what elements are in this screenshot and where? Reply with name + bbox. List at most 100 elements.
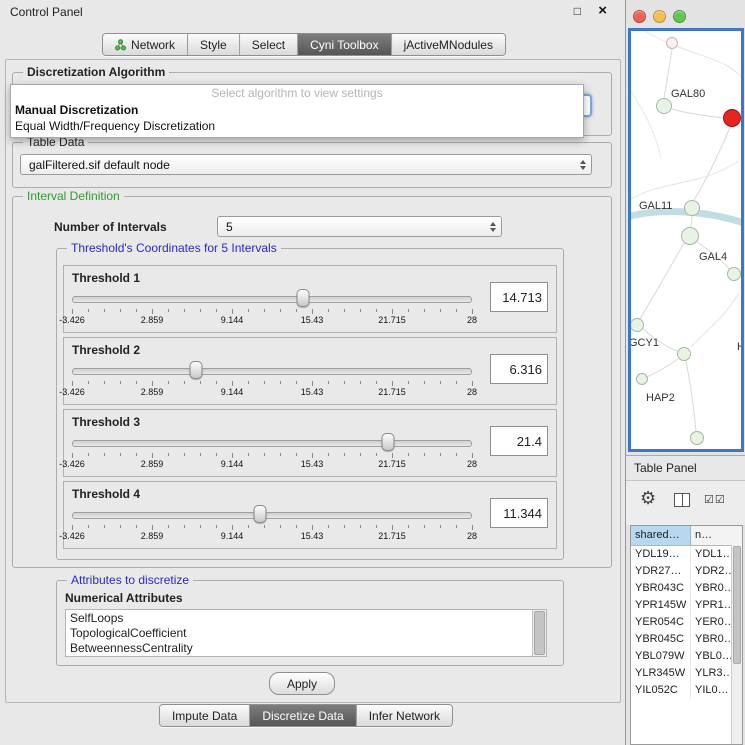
table-row[interactable]: YER054CYER0…	[631, 614, 742, 631]
tick-mark	[248, 453, 249, 456]
table-panel-title: Table Panel	[634, 461, 697, 475]
spinner-icon[interactable]	[580, 160, 586, 170]
table-cell[interactable]: YIL052C	[631, 682, 691, 699]
tick-mark	[472, 309, 473, 314]
threshold-slider[interactable]	[72, 290, 472, 306]
num-intervals-combo[interactable]: 5	[217, 216, 502, 237]
tick-mark	[216, 309, 217, 312]
threshold-value-field[interactable]: 11.344	[490, 498, 548, 528]
tab-label: Select	[252, 38, 285, 52]
tick-mark	[232, 525, 233, 530]
table-row[interactable]: YBR043CYBR0…	[631, 580, 742, 597]
table-data-combo[interactable]: galFiltered.sif default node	[20, 154, 592, 175]
float-window-icon[interactable]: □	[574, 4, 581, 18]
gear-icon[interactable]: ⚙	[640, 488, 656, 509]
scale-label: 9.144	[221, 387, 244, 397]
column-header[interactable]: n…	[691, 526, 742, 545]
table-scrollbar[interactable]	[731, 545, 742, 744]
slider-thumb[interactable]	[296, 289, 309, 307]
network-node[interactable]	[681, 227, 699, 245]
tick-mark	[168, 309, 169, 312]
threshold-slider[interactable]	[72, 362, 472, 378]
table-cell[interactable]: YDR27…	[631, 563, 691, 580]
table-cell[interactable]: YBR045C	[631, 631, 691, 648]
network-node[interactable]	[636, 373, 648, 385]
tick-mark	[344, 381, 345, 384]
network-canvas[interactable]: GAL80GAL11GAL4GCY1HAP2H	[628, 28, 744, 452]
numerical-attributes-label: Numerical Attributes	[65, 591, 183, 605]
attributes-group: Attributes to discretize Numerical Attri…	[56, 580, 564, 666]
threshold-slider[interactable]	[72, 434, 472, 450]
scale-label: 21.715	[378, 387, 406, 397]
slider-track[interactable]	[72, 440, 472, 447]
threshold-value-field[interactable]: 21.4	[490, 426, 548, 456]
mac-minimize-button[interactable]	[653, 10, 666, 23]
table-row[interactable]: YBR045CYBR0…	[631, 631, 742, 648]
columns-icon[interactable]	[674, 493, 690, 507]
table-row[interactable]: YLR345WYLR3…	[631, 665, 742, 682]
tab-select[interactable]: Select	[239, 34, 297, 55]
network-node[interactable]	[727, 267, 741, 281]
attributes-scrollbar[interactable]	[532, 610, 546, 656]
table-row[interactable]: YDR27…YDR2…	[631, 563, 742, 580]
table-row[interactable]: YBL079WYBL0…	[631, 648, 742, 665]
network-node[interactable]	[723, 109, 741, 127]
network-node[interactable]	[656, 98, 672, 114]
tick-mark	[328, 453, 329, 456]
dropdown-option-equal-width-frequency-discretization[interactable]: Equal Width/Frequency Discretization	[11, 118, 583, 134]
tab-jactivemnodules[interactable]: jActiveMNodules	[391, 34, 505, 55]
network-node[interactable]	[630, 318, 644, 332]
table-cell[interactable]: YPR145W	[631, 597, 691, 614]
tick-mark	[312, 309, 313, 314]
scale-label: 28	[467, 315, 477, 325]
table-cell[interactable]: YBR043C	[631, 580, 691, 597]
dropdown-option-manual-discretization[interactable]: Manual Discretization	[11, 102, 583, 118]
slider-track[interactable]	[72, 512, 472, 519]
mac-zoom-button[interactable]	[673, 10, 686, 23]
list-item[interactable]: TopologicalCoefficient	[70, 626, 532, 641]
threshold-slider[interactable]	[72, 506, 472, 522]
threshold-value-field[interactable]: 6.316	[490, 354, 548, 384]
table-row[interactable]: YPR145WYPR1…	[631, 597, 742, 614]
tick-mark	[216, 381, 217, 384]
network-node[interactable]	[666, 37, 678, 49]
tick-mark	[200, 381, 201, 384]
network-node[interactable]	[684, 200, 700, 216]
table-cell[interactable]: YER054C	[631, 614, 691, 631]
table-row[interactable]: YDL19…YDL1…	[631, 546, 742, 563]
tab-discretize-data[interactable]: Discretize Data	[249, 705, 355, 726]
apply-button[interactable]: Apply	[269, 672, 335, 695]
threshold-value-field[interactable]: 14.713	[490, 282, 548, 312]
tab-impute-data[interactable]: Impute Data	[160, 705, 249, 726]
tick-mark	[168, 453, 169, 456]
table-row[interactable]: YIL052CYIL0…	[631, 682, 742, 699]
slider-track[interactable]	[72, 368, 472, 375]
tab-network[interactable]: Network	[103, 34, 187, 55]
spinner-icon[interactable]	[490, 222, 496, 232]
tab-infer-network[interactable]: Infer Network	[356, 705, 452, 726]
table-cell[interactable]: YDL19…	[631, 546, 691, 563]
network-node[interactable]	[690, 431, 704, 445]
mac-close-button[interactable]	[633, 10, 646, 23]
table-cell[interactable]: YLR345W	[631, 665, 691, 682]
tick-mark	[136, 381, 137, 384]
slider-thumb[interactable]	[253, 505, 266, 523]
data-table: shared…n… YDL19…YDL1…YDR27…YDR2…YBR043CY…	[630, 525, 743, 745]
slider-track[interactable]	[72, 296, 472, 303]
table-cell[interactable]: YBL079W	[631, 648, 691, 665]
list-item[interactable]: SelfLoops	[70, 611, 532, 626]
tick-mark	[232, 381, 233, 386]
tab-label: Infer Network	[369, 709, 440, 723]
tab-cyni-toolbox[interactable]: Cyni Toolbox	[297, 34, 390, 55]
column-header[interactable]: shared…	[631, 526, 691, 545]
slider-thumb[interactable]	[381, 433, 394, 451]
tab-style[interactable]: Style	[187, 34, 239, 55]
network-node[interactable]	[677, 347, 691, 361]
list-item[interactable]: BetweennessCentrality	[70, 641, 532, 656]
scale-label: -3.426	[59, 459, 85, 469]
scale-label: 2.859	[141, 315, 164, 325]
checkboxes-icon[interactable]: ☑☑	[704, 493, 726, 506]
close-icon[interactable]: ×	[598, 2, 607, 19]
tick-mark	[216, 453, 217, 456]
slider-thumb[interactable]	[189, 361, 202, 379]
